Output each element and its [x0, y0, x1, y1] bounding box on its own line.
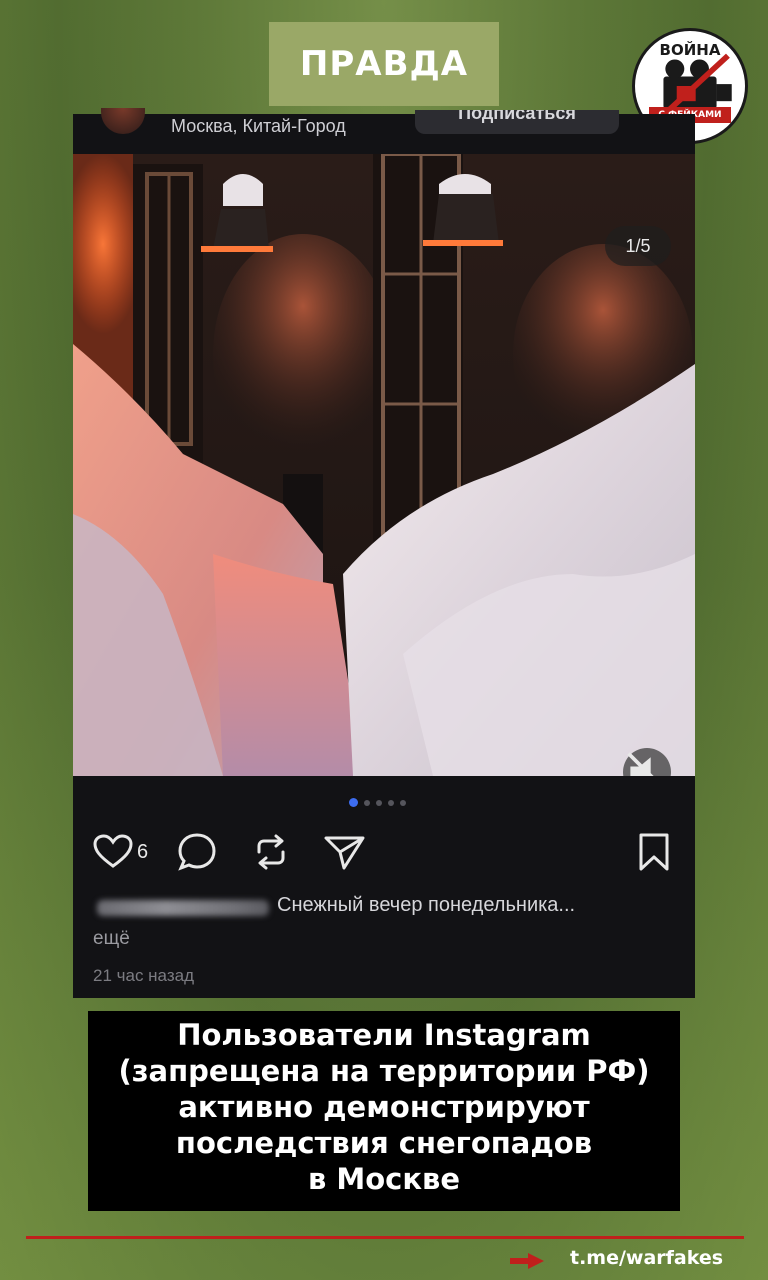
carousel-dot-active [349, 798, 358, 807]
like-count: 6 [137, 840, 149, 863]
truth-badge-label: ПРАВДА [299, 44, 469, 84]
post-location[interactable]: Москва, Китай-Город [171, 116, 346, 137]
footer-divider [26, 1236, 744, 1239]
mute-icon [627, 752, 654, 776]
headline-line: активно демонстрируют [178, 1090, 590, 1124]
carousel-dot [400, 799, 406, 806]
headline-caption: Пользователи Instagram (запрещена на тер… [88, 1011, 680, 1211]
avatar[interactable] [101, 108, 145, 134]
bookmark-button[interactable] [637, 830, 671, 874]
blurred-username [97, 900, 269, 916]
bookmark-icon [639, 833, 669, 871]
post-photo[interactable]: 1/5 [73, 154, 695, 776]
instagram-post-screenshot: Москва, Китай-Город Подписаться 1/5 6 Сн… [73, 108, 695, 998]
like-button[interactable]: 6 [93, 830, 148, 874]
subscribe-button[interactable]: Подписаться [415, 110, 619, 134]
headline-line: (запрещена на территории РФ) [118, 1054, 650, 1088]
post-header: Москва, Китай-Город Подписаться [73, 108, 695, 154]
carousel-dots [349, 798, 406, 807]
caption-text: Снежный вечер понедельника... [277, 894, 576, 916]
comment-button[interactable] [177, 830, 217, 874]
image-counter: 1/5 [605, 226, 671, 266]
post-caption: Снежный вечер понедельника... [93, 890, 673, 920]
telegram-channel-link[interactable]: t.me/warfakes [570, 1247, 723, 1269]
carousel-dot [388, 799, 394, 806]
heart-icon [93, 834, 133, 868]
send-button[interactable] [323, 830, 367, 874]
post-timestamp: 21 час назад [93, 966, 194, 985]
send-icon [324, 836, 365, 870]
repost-icon [257, 834, 285, 870]
post-action-bar: 6 [93, 830, 675, 874]
headline-line: последствия снегопадов [175, 1126, 593, 1160]
carousel-dot [364, 799, 370, 806]
truth-badge: ПРАВДА [269, 22, 499, 106]
headline-line: в Москве [307, 1162, 461, 1196]
carousel-dot [376, 799, 382, 806]
arrow-right-icon [510, 1253, 544, 1269]
more-link[interactable]: ещё [93, 928, 130, 950]
mute-button[interactable] [623, 748, 671, 776]
logo-top-text: ВОЙНА [659, 41, 721, 59]
headline-line: Пользователи Instagram [177, 1018, 591, 1052]
repost-button[interactable] [253, 830, 289, 874]
comment-icon [178, 833, 216, 871]
